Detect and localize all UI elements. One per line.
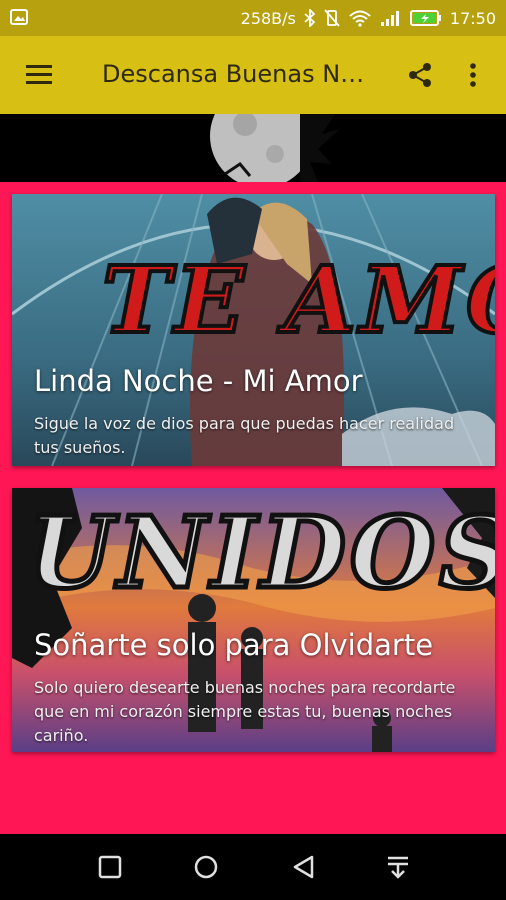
recents-icon[interactable] <box>96 853 124 881</box>
image-text-unidos: UNIDOS <box>25 494 495 614</box>
app-title: Descansa Buenas Noches Mi Amor <box>102 60 376 88</box>
status-right: 258B/s 17:50 <box>241 0 496 36</box>
vibrate-off-icon <box>324 9 340 27</box>
moon-tree-image <box>0 114 506 182</box>
back-icon[interactable] <box>290 853 318 881</box>
navigation-bar <box>0 834 506 900</box>
app-bar: Descansa Buenas Noches Mi Amor <box>0 36 506 114</box>
status-time: 17:50 <box>449 8 496 28</box>
bluetooth-icon <box>304 9 316 27</box>
network-speed: 258B/s <box>240 8 296 28</box>
post-card[interactable]: TE AMO Linda Noche - Mi Amor Sigue la vo… <box>12 194 495 466</box>
card-description: Solo quiero desearte buenas noches para … <box>34 678 456 745</box>
image-text-te-amo: TE AMO <box>100 244 495 356</box>
status-bar: 258B/s 17:50 <box>0 0 506 36</box>
header-banner-image <box>0 114 506 182</box>
more-vert-icon[interactable] <box>463 60 483 90</box>
signal-icon <box>380 11 399 26</box>
wifi-icon <box>349 10 371 27</box>
content-area: TE AMO Linda Noche - Mi Amor Sigue la vo… <box>0 182 506 834</box>
card-title: Soñarte solo para Olvidarte <box>34 628 434 662</box>
notification-pull-icon[interactable] <box>384 853 412 881</box>
gallery-icon <box>10 9 28 25</box>
home-icon[interactable] <box>192 853 220 881</box>
card-description: Sigue la voz de dios para que puedas hac… <box>34 414 455 457</box>
battery-charging-icon <box>409 10 441 26</box>
post-card[interactable]: UNIDOS Soñarte solo para Olvidarte Solo … <box>12 488 495 752</box>
share-icon[interactable] <box>406 61 434 89</box>
card-title: Linda Noche - Mi Amor <box>34 364 363 398</box>
menu-icon[interactable] <box>24 62 54 86</box>
